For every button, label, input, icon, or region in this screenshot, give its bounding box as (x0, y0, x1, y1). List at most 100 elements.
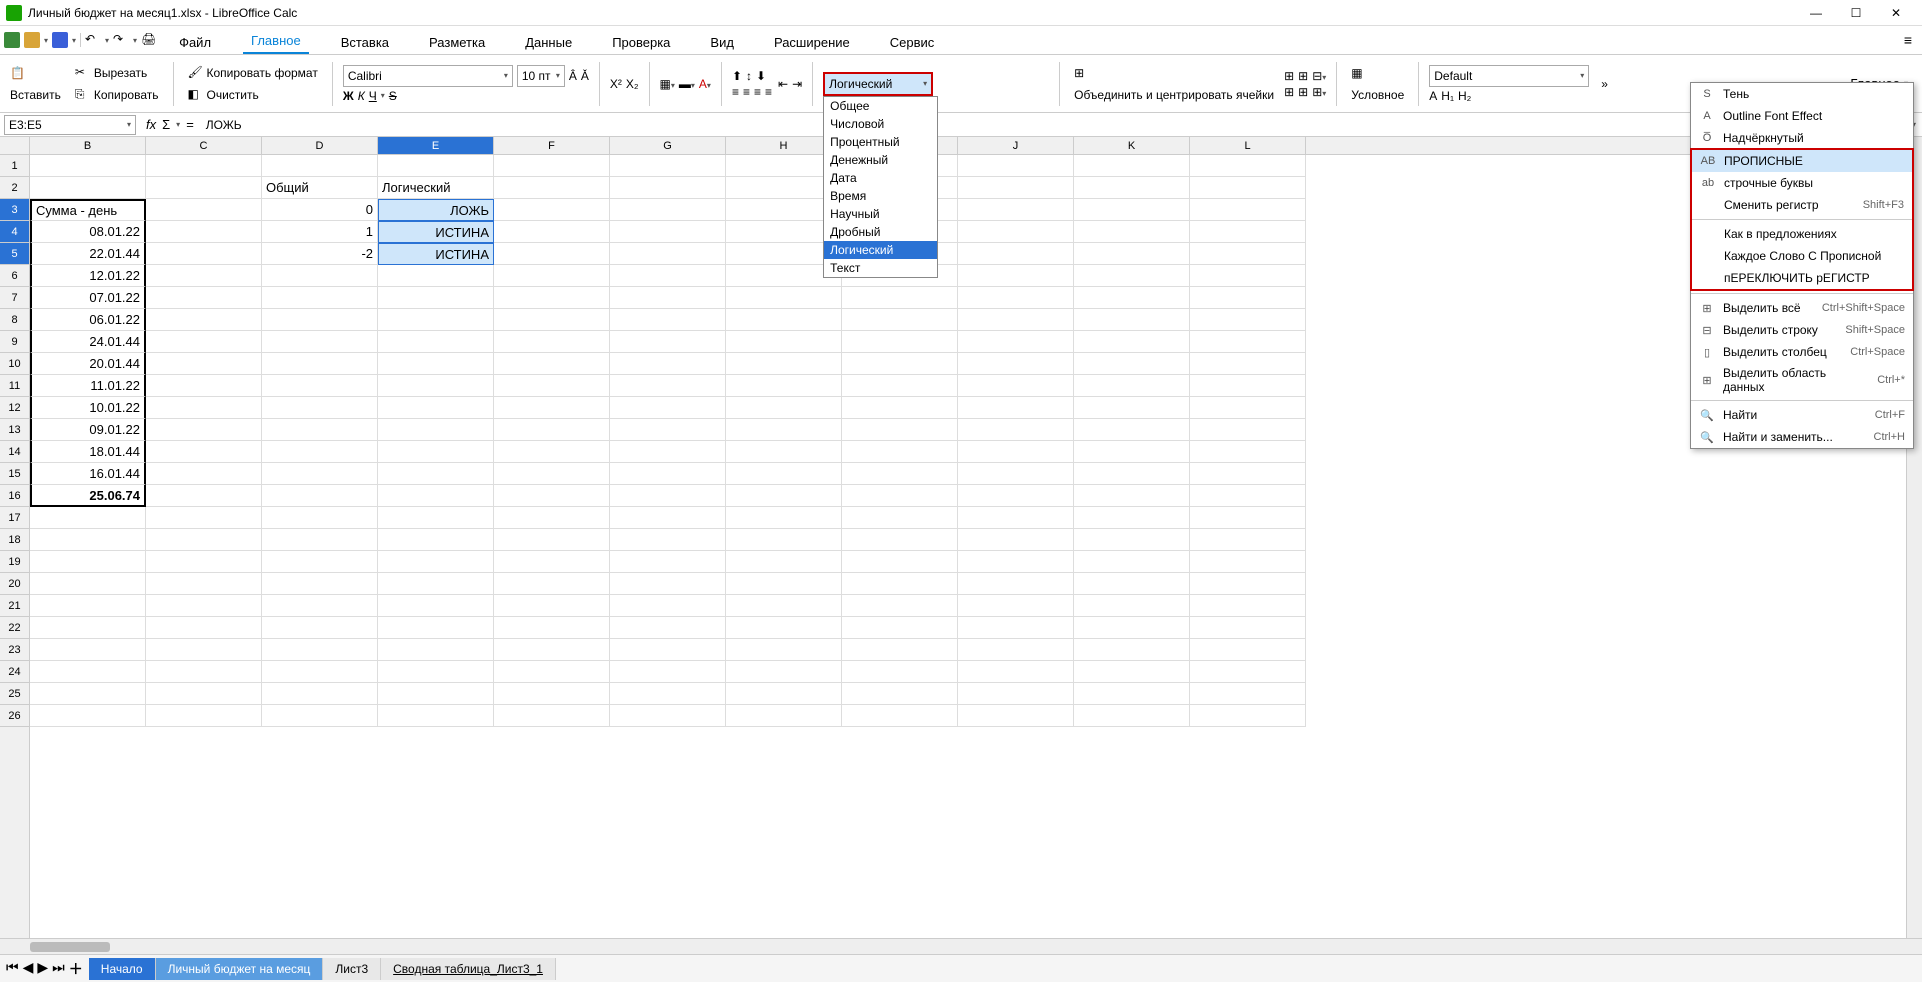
cell[interactable] (842, 507, 958, 529)
chevron-down-icon[interactable]: ▾ (72, 36, 76, 45)
cell[interactable] (1190, 661, 1306, 683)
cell[interactable] (1074, 705, 1190, 727)
cell[interactable]: Общий (262, 177, 378, 199)
font-size-combo[interactable]: 10 пт▾ (517, 65, 565, 87)
cell[interactable] (1190, 485, 1306, 507)
new-icon[interactable] (4, 32, 20, 48)
cell[interactable] (958, 661, 1074, 683)
cell[interactable] (1190, 331, 1306, 353)
cell[interactable]: 10.01.22 (30, 397, 146, 419)
align-right-icon[interactable]: ≡ (754, 85, 761, 99)
cell[interactable] (146, 221, 262, 243)
cell[interactable] (30, 705, 146, 727)
cell[interactable] (494, 375, 610, 397)
cell[interactable] (1190, 287, 1306, 309)
fill-color-button[interactable]: ▬▾ (679, 77, 695, 91)
style-h2-icon[interactable]: H₂ (1458, 89, 1471, 103)
cell[interactable] (1074, 353, 1190, 375)
menu-tools[interactable]: Сервис (882, 31, 943, 54)
row-header[interactable]: 8 (0, 309, 29, 331)
cell[interactable] (30, 573, 146, 595)
cell[interactable] (726, 485, 842, 507)
cell[interactable] (30, 177, 146, 199)
cell[interactable] (842, 551, 958, 573)
cell[interactable] (842, 331, 958, 353)
cell[interactable] (610, 595, 726, 617)
cell[interactable] (378, 397, 494, 419)
cell[interactable] (1190, 705, 1306, 727)
cell[interactable] (958, 507, 1074, 529)
cell[interactable] (262, 705, 378, 727)
menu-item-shadow[interactable]: SТень (1691, 83, 1913, 105)
maximize-button[interactable]: ☐ (1836, 2, 1876, 24)
redo-icon[interactable]: ↷ (113, 32, 129, 48)
col-header[interactable]: B (30, 137, 146, 154)
cell[interactable] (1190, 375, 1306, 397)
cell[interactable] (494, 287, 610, 309)
cell[interactable] (378, 353, 494, 375)
cell[interactable] (1074, 441, 1190, 463)
menu-item-find[interactable]: 🔍НайтиCtrl+F (1691, 404, 1913, 426)
numfmt-option[interactable]: Логический (824, 241, 937, 259)
row-header[interactable]: 20 (0, 573, 29, 595)
cell[interactable] (494, 155, 610, 177)
col-header[interactable]: G (610, 137, 726, 154)
cell[interactable] (262, 507, 378, 529)
cell[interactable] (494, 507, 610, 529)
cell[interactable] (1074, 463, 1190, 485)
paste-button[interactable]: 📋 (6, 64, 65, 84)
align-middle-icon[interactable]: ↕ (746, 69, 752, 83)
cell[interactable] (378, 155, 494, 177)
cell[interactable] (726, 705, 842, 727)
cell[interactable] (610, 463, 726, 485)
cell[interactable] (262, 309, 378, 331)
cell-style-combo[interactable]: Default▾ (1429, 65, 1589, 87)
cell[interactable] (378, 441, 494, 463)
cell[interactable] (146, 507, 262, 529)
cell[interactable] (726, 573, 842, 595)
cell[interactable] (726, 551, 842, 573)
cell[interactable] (146, 353, 262, 375)
cell[interactable] (726, 353, 842, 375)
cell[interactable] (378, 265, 494, 287)
cell[interactable] (610, 155, 726, 177)
cell[interactable] (494, 551, 610, 573)
cell[interactable] (842, 705, 958, 727)
cell[interactable] (262, 397, 378, 419)
cell[interactable] (958, 287, 1074, 309)
style-a-icon[interactable]: A (1429, 89, 1437, 103)
cell[interactable] (1190, 353, 1306, 375)
cell[interactable] (146, 551, 262, 573)
col-icon[interactable]: ⊞ (1298, 85, 1308, 99)
menu-home[interactable]: Главное (243, 29, 309, 54)
cell[interactable] (494, 595, 610, 617)
cell[interactable] (726, 661, 842, 683)
cell[interactable] (1074, 243, 1190, 265)
cell[interactable] (1190, 595, 1306, 617)
cell[interactable] (610, 705, 726, 727)
delete-icon[interactable]: ⊟▾ (1312, 69, 1326, 83)
cell[interactable] (494, 331, 610, 353)
bold-button[interactable]: Ж (343, 89, 354, 103)
cell[interactable] (1190, 243, 1306, 265)
cell[interactable] (30, 639, 146, 661)
cell[interactable] (378, 419, 494, 441)
cell[interactable] (262, 573, 378, 595)
cell[interactable] (610, 485, 726, 507)
cell[interactable] (842, 353, 958, 375)
col-header[interactable]: K (1074, 137, 1190, 154)
cell[interactable] (1190, 155, 1306, 177)
cell[interactable] (726, 683, 842, 705)
row-header[interactable]: 15 (0, 463, 29, 485)
clear-button[interactable]: ◧Очистить (184, 85, 322, 105)
italic-button[interactable]: К (358, 89, 365, 103)
cell[interactable] (494, 353, 610, 375)
row-header[interactable]: 17 (0, 507, 29, 529)
cell[interactable] (146, 199, 262, 221)
cell[interactable] (1190, 419, 1306, 441)
menu-item-sentencecase[interactable]: Как в предложениях (1692, 223, 1912, 245)
cell[interactable]: 1 (262, 221, 378, 243)
cell[interactable]: Логический (378, 177, 494, 199)
cell[interactable] (842, 683, 958, 705)
superscript-icon[interactable]: X² (610, 77, 622, 91)
